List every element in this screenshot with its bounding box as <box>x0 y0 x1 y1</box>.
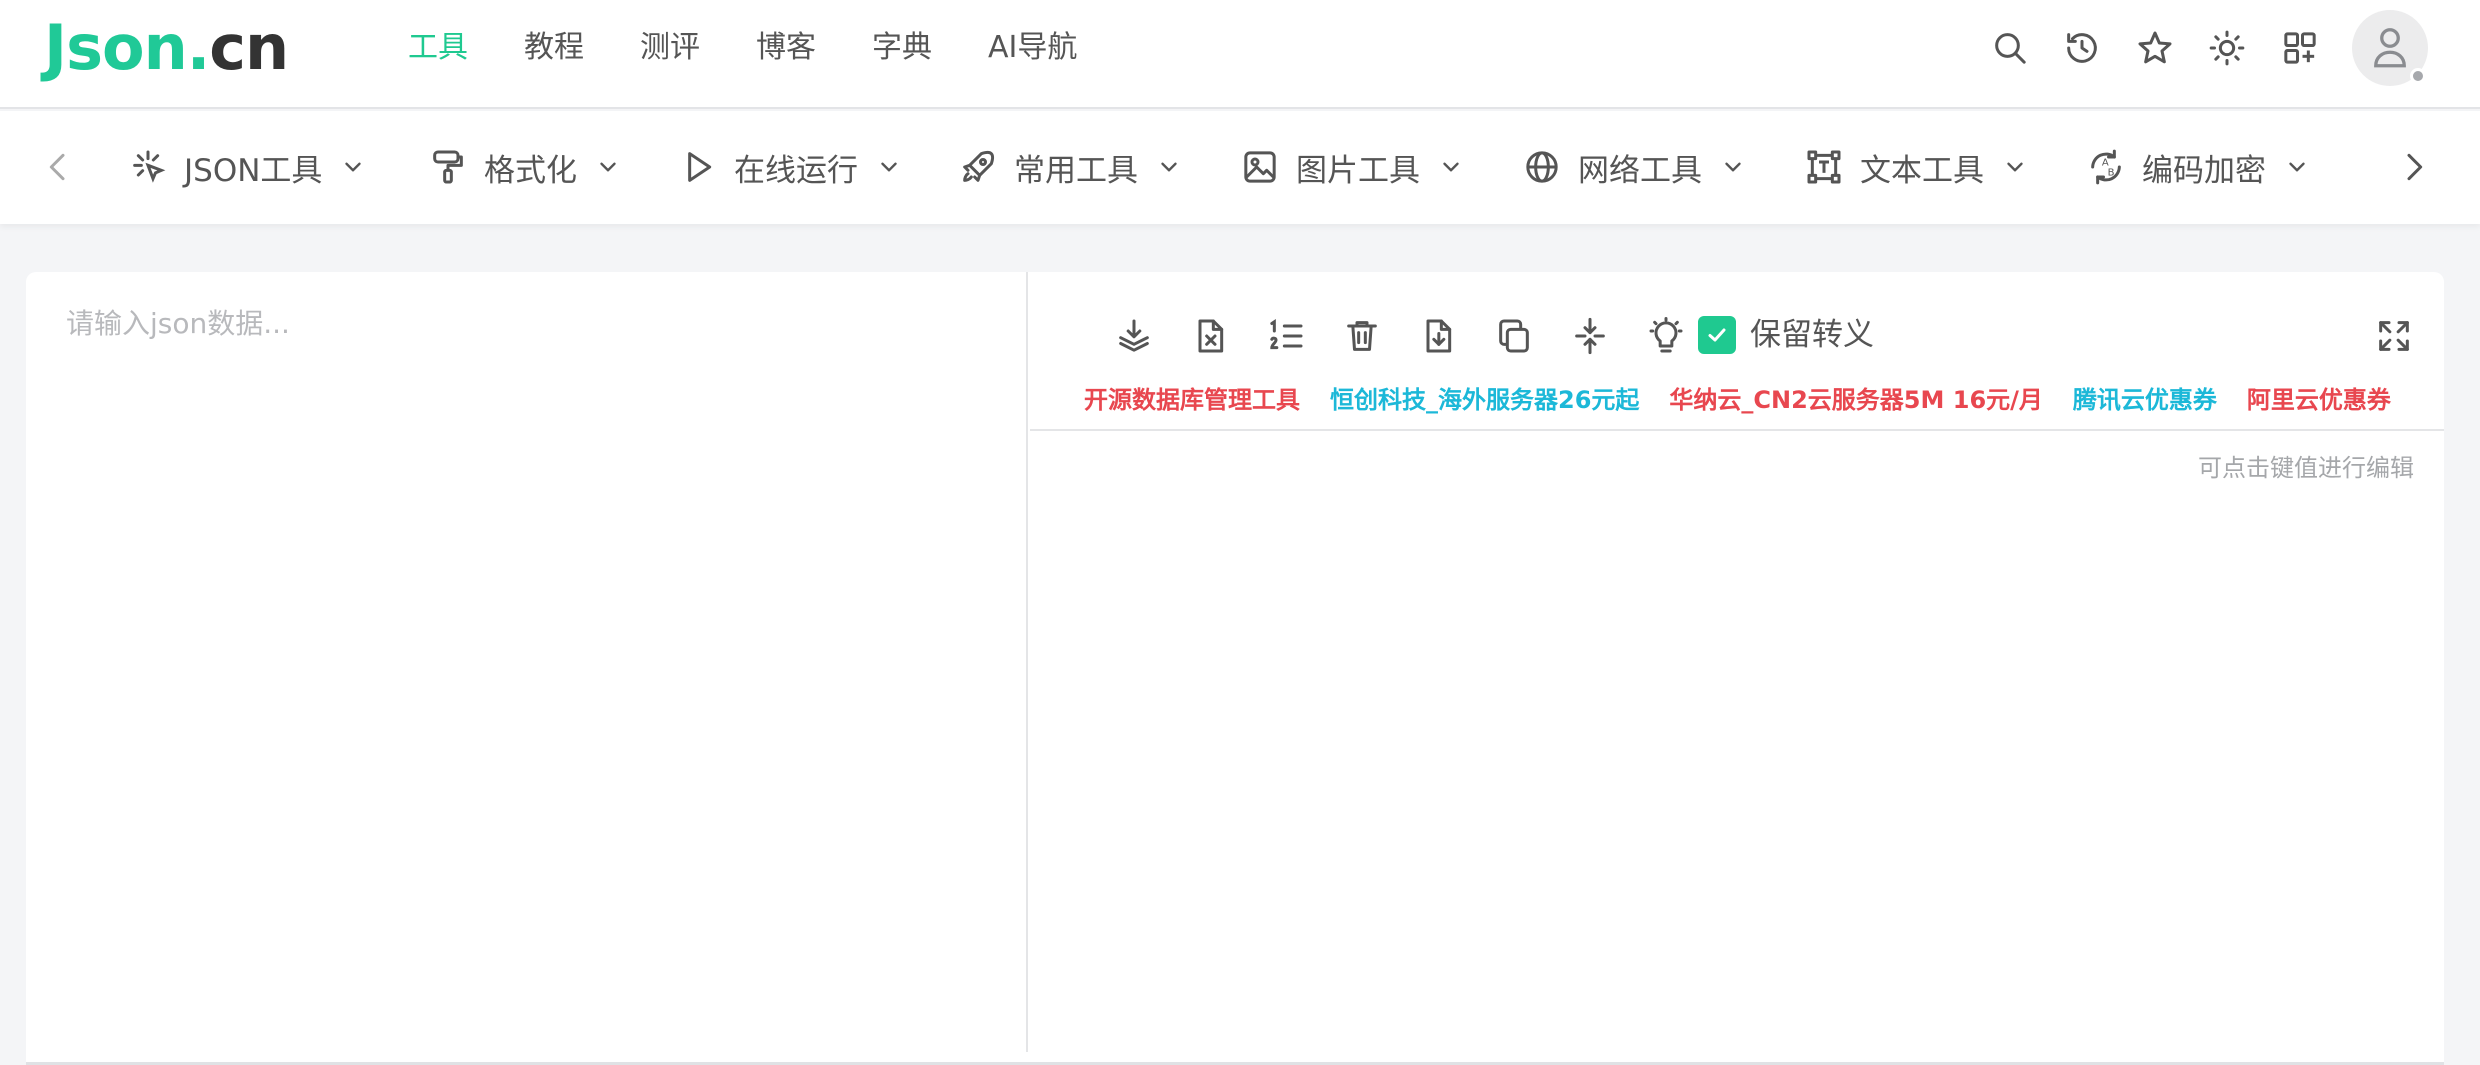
category-label: JSON工具 <box>184 152 323 189</box>
category-encode-encrypt[interactable]: AB 编码加密 <box>2086 141 2310 193</box>
file-x-icon[interactable] <box>1190 316 1230 356</box>
category-json-tools[interactable]: JSON工具 <box>128 141 366 193</box>
sparkle-cursor-icon <box>128 147 168 187</box>
file-download-icon[interactable] <box>1418 316 1458 356</box>
globe-icon <box>1522 147 1562 187</box>
output-toolbar: 保留转义 <box>1030 308 2444 364</box>
category-text-tools[interactable]: 文本工具 <box>1804 141 2028 193</box>
category-format[interactable]: 格式化 <box>428 141 621 193</box>
category-label: 常用工具 <box>1014 152 1138 189</box>
ad-links: 开源数据库管理工具 恒创科技_海外服务器26元起 华纳云_CN2云服务器5M 1… <box>1084 380 2421 420</box>
trash-icon[interactable] <box>1342 316 1382 356</box>
nav-item-dictionary[interactable]: 字典 <box>872 22 932 74</box>
category-bar: JSON工具 格式化 在线运行 常用工具 图片工具 网络工具 文本工具 AB 编… <box>0 111 2480 224</box>
copy-icon[interactable] <box>1494 316 1534 356</box>
ad-link-aliyun-coupon[interactable]: 阿里云优惠券 <box>2247 380 2391 420</box>
category-image-tools[interactable]: 图片工具 <box>1240 141 1464 193</box>
svg-text:B: B <box>2108 167 2115 178</box>
chevron-down-icon <box>2284 154 2310 180</box>
image-icon <box>1240 147 1280 187</box>
paint-roller-icon <box>428 147 468 187</box>
status-dot <box>2410 68 2426 84</box>
text-frame-icon <box>1804 147 1844 187</box>
category-label: 编码加密 <box>2142 152 2266 189</box>
category-label: 图片工具 <box>1296 152 1420 189</box>
divider <box>1030 429 2444 431</box>
apps-grid-icon[interactable] <box>2280 28 2320 68</box>
chevron-down-icon <box>595 154 621 180</box>
category-common-tools[interactable]: 常用工具 <box>958 141 1182 193</box>
main-nav: 工具 教程 测评 博客 字典 AI导航 <box>408 22 1133 74</box>
history-icon[interactable] <box>2062 28 2102 68</box>
nav-item-reviews[interactable]: 测评 <box>640 22 700 74</box>
fullscreen-expand-icon[interactable] <box>2374 316 2414 356</box>
category-run-online[interactable]: 在线运行 <box>678 141 902 193</box>
chevron-down-icon <box>2002 154 2028 180</box>
category-label: 在线运行 <box>734 152 858 189</box>
play-icon <box>678 147 718 187</box>
nav-item-tools[interactable]: 工具 <box>408 22 468 74</box>
chevron-down-icon <box>1438 154 1464 180</box>
editor-panel: 保留转义 开源数据库管理工具 恒创科技_海外服务器26元起 华纳云_CN2云服务… <box>26 272 2444 1065</box>
keep-escape-label[interactable]: 保留转义 <box>1750 312 1874 358</box>
logo-json: Json. <box>44 11 210 84</box>
layers-download-icon[interactable] <box>1114 316 1154 356</box>
ad-link-huanayun[interactable]: 华纳云_CN2云服务器5M 16元/月 <box>1669 380 2043 420</box>
nav-item-ai-nav[interactable]: AI导航 <box>988 22 1077 74</box>
theme-sun-icon[interactable] <box>2207 28 2247 68</box>
ordered-list-icon[interactable] <box>1266 316 1306 356</box>
site-logo[interactable]: Json.cn <box>44 11 289 84</box>
star-icon[interactable] <box>2135 28 2175 68</box>
input-pane <box>26 272 1028 1052</box>
ad-link-tencent-coupon[interactable]: 腾讯云优惠券 <box>2073 380 2217 420</box>
nav-item-tutorials[interactable]: 教程 <box>524 22 584 74</box>
encode-convert-icon: AB <box>2086 147 2126 187</box>
keep-escape-checkbox[interactable] <box>1698 316 1736 354</box>
chevron-down-icon <box>876 154 902 180</box>
rocket-icon <box>958 147 998 187</box>
lightbulb-icon[interactable] <box>1646 316 1686 356</box>
chevron-down-icon <box>1720 154 1746 180</box>
nav-item-blog[interactable]: 博客 <box>756 22 816 74</box>
category-label: 文本工具 <box>1860 152 1984 189</box>
category-label: 格式化 <box>484 152 577 189</box>
output-pane: 保留转义 开源数据库管理工具 恒创科技_海外服务器26元起 华纳云_CN2云服务… <box>1030 272 2444 1052</box>
scroll-right-arrow-icon[interactable] <box>2394 147 2434 187</box>
json-input[interactable] <box>66 302 1006 1022</box>
logo-cn: cn <box>209 11 289 84</box>
category-label: 网络工具 <box>1578 152 1702 189</box>
edit-hint: 可点击键值进行编辑 <box>2198 454 2414 482</box>
ad-link-db-tool[interactable]: 开源数据库管理工具 <box>1084 380 1300 420</box>
scroll-left-arrow-icon[interactable] <box>38 147 78 187</box>
user-avatar[interactable] <box>2352 10 2428 86</box>
compress-icon[interactable] <box>1570 316 1610 356</box>
chevron-down-icon <box>1156 154 1182 180</box>
ad-link-hengchuang[interactable]: 恒创科技_海外服务器26元起 <box>1330 380 1639 420</box>
category-network-tools[interactable]: 网络工具 <box>1522 141 1746 193</box>
top-header: Json.cn 工具 教程 测评 博客 字典 AI导航 <box>0 0 2480 109</box>
chevron-down-icon <box>340 154 366 180</box>
search-icon[interactable] <box>1990 28 2030 68</box>
